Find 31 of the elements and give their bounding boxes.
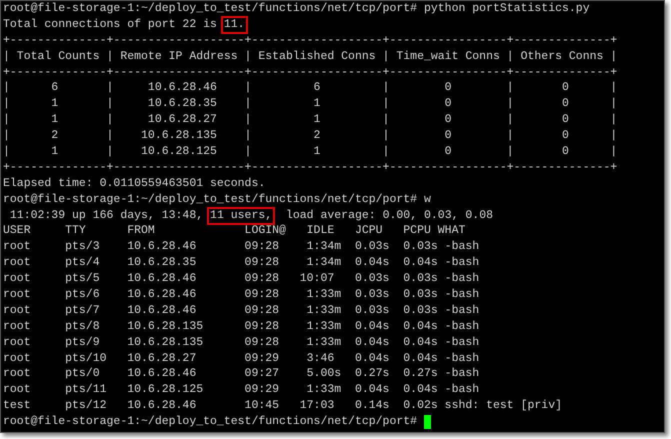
terminal-line: test pts/12 10.6.28.46 10:45 17:03 0.14s 0.02s sshd: test [priv] xyxy=(3,398,562,414)
terminal-line: | 1 | 10.6.28.27 | 1 | 0 | 0 | xyxy=(3,112,618,128)
highlighted-text: 11. xyxy=(220,16,248,34)
terminal-line: root@file-storage-1:~/deploy_to_test/functions/net/tcp/port# python portStatistics.py xyxy=(3,1,590,17)
highlighted-text: 11 users, xyxy=(207,206,276,225)
terminal-line: root pts/3 10.6.28.46 09:28 1:34m 0.03s 0.03s -bash xyxy=(3,239,480,256)
terminal-line: | 1 | 10.6.28.35 | 1 | 0 | 0 | xyxy=(3,96,618,112)
terminal-line: root@file-storage-1:~/deploy_to_test/functions/net/tcp/port# w xyxy=(3,192,431,208)
terminal-line: | Total Counts | Remote IP Address | Established Conns | Time_wait Conns | Others Conns | xyxy=(3,48,618,65)
terminal-line: +--------------+-------------------+-------------------+-----------------+--------------+ xyxy=(3,160,618,176)
terminal-line: root pts/4 10.6.28.35 09:28 1:34m 0.04s 0.04s -bash xyxy=(3,255,480,272)
terminal-cursor xyxy=(424,415,431,430)
terminal-line: root pts/8 10.6.28.135 09:28 1:33m 0.04s 0.04s -bash xyxy=(3,318,480,335)
terminal-line: +--------------+-------------------+-------------------+-----------------+--------------+ xyxy=(3,64,618,80)
terminal-line: | 6 | 10.6.28.46 | 6 | 0 | 0 | xyxy=(3,80,618,96)
terminal-line: +--------------+-------------------+-------------------+-----------------+--------------+ xyxy=(3,32,618,49)
terminal-line: root pts/6 10.6.28.46 09:28 1:33m 0.03s 0.03s -bash xyxy=(3,287,480,303)
terminal-line: Elapsed time: 0.0110559463501 seconds. xyxy=(3,176,266,192)
terminal-line: root pts/11 10.6.28.125 09:29 1:33m 0.04s 0.04s -bash xyxy=(3,382,480,398)
terminal-prompt: root@file-storage-1:~/deploy_to_test/functions/net/tcp/port# xyxy=(3,414,418,430)
terminal-line: | 1 | 10.6.28.125 | 1 | 0 | 0 | xyxy=(3,144,618,160)
terminal-line: USER TTY FROM LOGIN@ IDLE JCPU PCPU WHAT xyxy=(3,223,466,240)
terminal-line: root pts/9 10.6.28.135 09:28 1:33m 0.04s 0.04s -bash xyxy=(3,334,480,351)
terminal-line: root pts/7 10.6.28.46 09:28 1:33m 0.03s 0.03s -bash xyxy=(3,302,480,319)
terminal-text: 11:02:39 up 166 days, 13:48, xyxy=(8,208,204,224)
terminal-line: | 2 | 10.6.28.135 | 2 | 0 | 0 | xyxy=(3,128,618,144)
terminal-line: root pts/0 10.6.28.46 09:27 5.00s 0.27s 0.27s -bash xyxy=(3,366,480,382)
terminal-line: root pts/5 10.6.28.46 09:28 10:07 0.03s 0.03s -bash xyxy=(3,271,480,288)
terminal-text: Total connections of port 22 is xyxy=(3,16,218,33)
terminal-line: root pts/10 10.6.28.27 09:29 3:46 0.04s 0.04s -bash xyxy=(3,350,480,366)
terminal-text: load average: 0.00, 0.03, 0.08 xyxy=(284,208,494,224)
